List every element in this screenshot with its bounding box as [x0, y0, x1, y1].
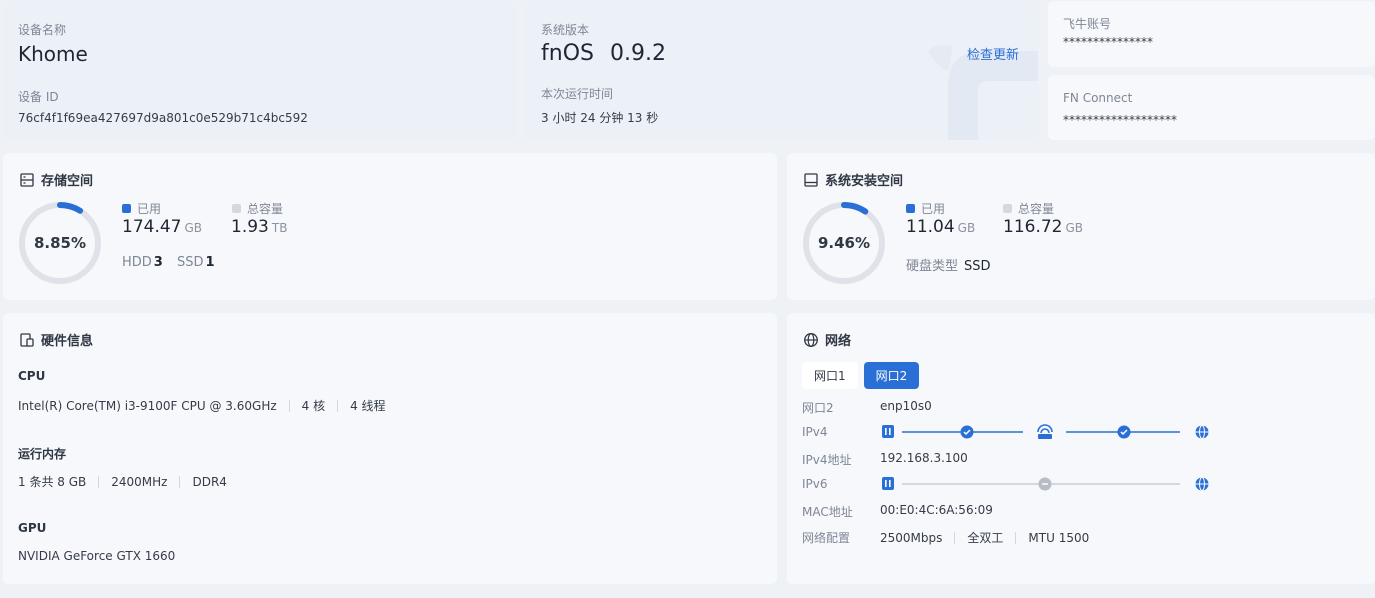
- system-disk-total-value: 116.72 GB: [1003, 217, 1084, 237]
- tab-port-1[interactable]: 网口1: [802, 362, 858, 389]
- port-tabs: 网口1 网口2: [802, 362, 920, 389]
- globe-icon: [804, 332, 818, 347]
- check-update-link[interactable]: 检查更新: [967, 44, 1019, 63]
- network-card: 网络 网口1 网口2 网口2 enp10s0 IPv4 IPv4地址 192.1…: [787, 313, 1375, 584]
- device-card: 设备名称 Khome 设备 ID 76cf4f1f69ea427697d9a80…: [3, 1, 517, 140]
- mtu: MTU 1500: [1028, 530, 1090, 545]
- uptime-label: 本次运行时间: [541, 87, 614, 101]
- fn-connect-value: *******************: [1063, 113, 1177, 127]
- ram-sticks: 1 条共 8 GB: [18, 475, 87, 489]
- cpu-label: CPU: [18, 369, 46, 383]
- network-title-text: 网络: [825, 334, 852, 349]
- fn-connect-label: FN Connect: [1063, 91, 1133, 105]
- account-card: 飞牛账号 ***************: [1048, 1, 1375, 67]
- system-disk-used-legend: 已用: [906, 200, 945, 217]
- storage-icon: [20, 172, 34, 187]
- hardware-card: 硬件信息 CPU Intel(R) Core(TM) i3-9100F CPU …: [3, 313, 777, 584]
- ipv6-connection-path: [882, 477, 1209, 491]
- link-speed: 2500Mbps: [880, 530, 943, 545]
- ipv4-key: IPv4: [802, 425, 828, 439]
- port-key: 网口2: [802, 401, 834, 415]
- gpu-model: NVIDIA GeForce GTX 1660: [18, 549, 176, 563]
- ipv4-connection-path: [882, 424, 1209, 439]
- storage-title-text: 存储空间: [41, 174, 94, 189]
- storage-used-value: 174.47 GB: [122, 217, 203, 237]
- storage-card: 存储空间 8.85% 已用 总容量 174.47 GB 1.93 TB HDD 3 S…: [3, 153, 777, 300]
- network-config-value: 2500Mbps 全双工 MTU 1500: [880, 529, 1089, 546]
- cpu-model: Intel(R) Core(TM) i3-9100F CPU @ 3.60GHz: [18, 398, 277, 413]
- ram-label: 运行内存: [18, 447, 67, 461]
- system-disk-total-legend: 总容量: [1003, 200, 1054, 217]
- system-disk-title-text: 系统安装空间: [825, 174, 904, 189]
- cpu-cores: 4 核: [301, 399, 326, 413]
- nic-icon: [882, 477, 894, 490]
- hardware-title: 硬件信息: [19, 330, 93, 349]
- storage-gauge: 8.85%: [17, 200, 103, 286]
- storage-percent: 8.85%: [33, 234, 87, 252]
- system-disk-title: 系统安装空间: [803, 170, 903, 189]
- system-disk-gauge: 9.46%: [801, 200, 887, 286]
- duplex-mode: 全双工: [967, 531, 1004, 545]
- internet-icon: [1195, 425, 1209, 439]
- hardware-title-text: 硬件信息: [41, 334, 94, 349]
- gpu-label: GPU: [18, 521, 47, 535]
- device-name-label: 设备名称: [18, 23, 67, 37]
- router-icon: [1037, 424, 1053, 439]
- mac-value: 00:E0:4C:6A:56:09: [880, 503, 993, 517]
- system-disk-card: 系统安装空间 9.46% 已用 总容量 11.04 GB 116.72 GB 硬盘类…: [787, 153, 1375, 300]
- system-version: fnOS 0.9.2: [541, 41, 666, 66]
- ipv6-key: IPv6: [802, 477, 828, 491]
- disk-type: 硬盘类型 SSD: [906, 259, 991, 274]
- system-disk-used-value: 11.04 GB: [906, 217, 976, 237]
- device-name: Khome: [18, 42, 88, 66]
- storage-used-legend: 已用: [122, 200, 161, 217]
- ipv4-address-key: IPv4地址: [802, 453, 852, 467]
- system-card: 系统版本 fnOS 0.9.2 检查更新 本次运行时间 3 小时 24 分钟 1…: [525, 1, 1038, 140]
- nic-icon: [882, 425, 894, 438]
- system-version-label: 系统版本: [541, 23, 590, 37]
- account-value: ***************: [1063, 35, 1153, 49]
- system-disk-percent: 9.46%: [817, 234, 871, 252]
- ipv4-address-value: 192.168.3.100: [880, 451, 968, 465]
- internet-icon: [1195, 477, 1209, 491]
- uptime-value: 3 小时 24 分钟 13 秒: [541, 111, 659, 125]
- fn-connect-card: FN Connect *******************: [1048, 75, 1375, 140]
- device-id-label: 设备 ID: [18, 90, 59, 104]
- os-version: 0.9.2: [609, 41, 666, 66]
- os-name: fnOS: [541, 41, 594, 66]
- storage-title: 存储空间: [19, 170, 93, 189]
- port-value: enp10s0: [880, 399, 932, 413]
- mac-key: MAC地址: [802, 505, 853, 519]
- network-title: 网络: [803, 330, 851, 349]
- gpu-info: NVIDIA GeForce GTX 1660: [18, 549, 175, 563]
- ram-type: DDR4: [192, 474, 227, 489]
- hard-drive-icon: [804, 172, 818, 187]
- storage-total-value: 1.93 TB: [231, 217, 288, 237]
- account-label: 飞牛账号: [1063, 17, 1112, 31]
- network-config-key: 网络配置: [802, 531, 851, 545]
- cpu-threads: 4 线程: [350, 399, 386, 413]
- disk-counts: HDD 3 SSD 1: [122, 255, 215, 270]
- ram-frequency: 2400MHz: [111, 474, 168, 489]
- devices-icon: [20, 332, 34, 347]
- device-id: 76cf4f1f69ea427697d9a801c0e529b71c4bc592: [18, 111, 308, 125]
- ram-info: 1 条共 8 GB 2400MHz DDR4: [18, 473, 227, 490]
- storage-total-legend: 总容量: [232, 200, 283, 217]
- tab-port-2[interactable]: 网口2: [863, 362, 920, 389]
- cpu-info: Intel(R) Core(TM) i3-9100F CPU @ 3.60GHz…: [18, 397, 386, 414]
